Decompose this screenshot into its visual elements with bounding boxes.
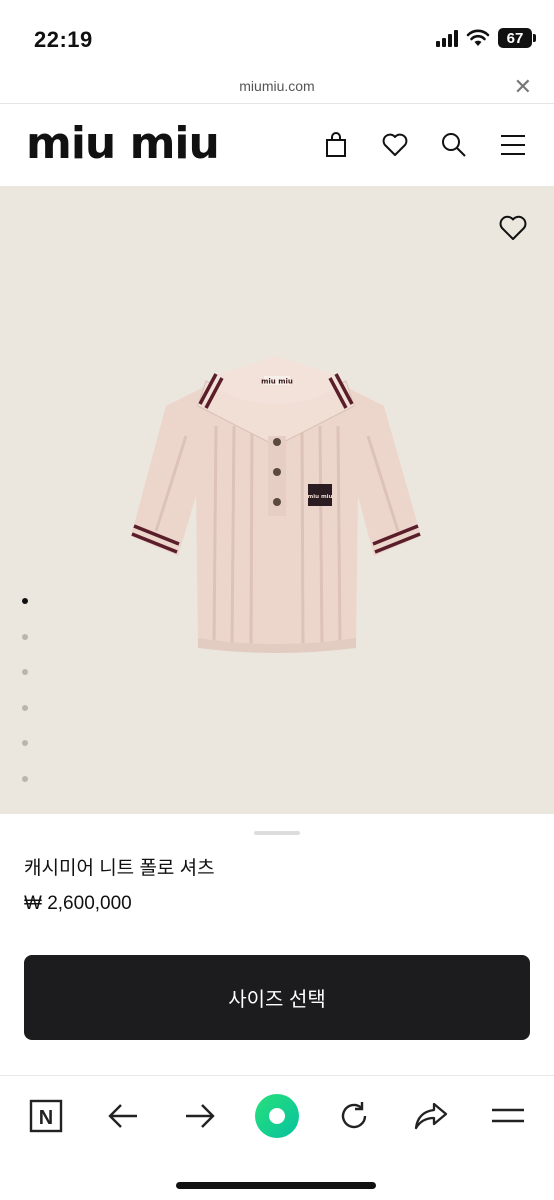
bag-icon[interactable] bbox=[321, 130, 351, 160]
refresh-icon[interactable] bbox=[334, 1096, 374, 1136]
select-size-button[interactable]: 사이즈 선택 bbox=[24, 955, 530, 1040]
gallery-dot[interactable] bbox=[22, 669, 28, 675]
gallery-pagination[interactable] bbox=[22, 598, 28, 811]
green-home-icon[interactable] bbox=[254, 1093, 300, 1139]
sheet-drag-handle[interactable] bbox=[254, 831, 300, 835]
wishlist-heart-icon[interactable] bbox=[498, 214, 528, 242]
battery-indicator: 67 bbox=[498, 28, 536, 48]
site-header: miu miu bbox=[0, 104, 554, 186]
address-bar[interactable]: miumiu.com ✕ bbox=[0, 70, 554, 104]
browser-toolbar: N bbox=[0, 1075, 554, 1200]
forward-arrow-icon[interactable] bbox=[180, 1096, 220, 1136]
wifi-icon bbox=[466, 29, 490, 46]
naver-icon-label: N bbox=[39, 1107, 53, 1129]
home-indicator bbox=[176, 1182, 376, 1189]
gallery-dot[interactable] bbox=[22, 633, 28, 640]
status-time: 22:19 bbox=[34, 27, 93, 52]
status-bar: 22:19 67 bbox=[0, 0, 554, 70]
status-icons: 67 bbox=[436, 28, 536, 48]
chest-badge-text: miu miu bbox=[308, 494, 333, 500]
naver-icon[interactable]: N bbox=[26, 1096, 66, 1136]
search-icon[interactable] bbox=[439, 130, 469, 160]
url-text[interactable]: miumiu.com bbox=[0, 78, 554, 94]
collar-label-text: miu miu bbox=[261, 378, 293, 386]
share-icon[interactable] bbox=[411, 1096, 451, 1136]
product-price: ₩ 2,600,000 bbox=[24, 893, 132, 914]
gallery-dot[interactable] bbox=[22, 775, 28, 782]
polo-shirt-image: miu miu miu miu bbox=[131, 356, 421, 653]
gallery-dot[interactable] bbox=[22, 740, 28, 746]
product-image-gallery[interactable]: miu miu miu miu bbox=[0, 186, 554, 814]
gallery-dot[interactable] bbox=[22, 598, 28, 604]
product-name: 캐시미어 니트 폴로 셔츠 bbox=[24, 858, 215, 879]
cellular-signal-icon bbox=[436, 29, 458, 47]
gallery-dot[interactable] bbox=[22, 704, 28, 711]
back-arrow-icon[interactable] bbox=[103, 1096, 143, 1136]
menu-lines-icon[interactable] bbox=[488, 1096, 528, 1136]
close-icon[interactable]: ✕ bbox=[514, 74, 532, 100]
menu-icon[interactable] bbox=[498, 130, 528, 160]
brand-logo[interactable]: miu miu bbox=[26, 122, 220, 166]
heart-icon[interactable] bbox=[380, 130, 410, 160]
